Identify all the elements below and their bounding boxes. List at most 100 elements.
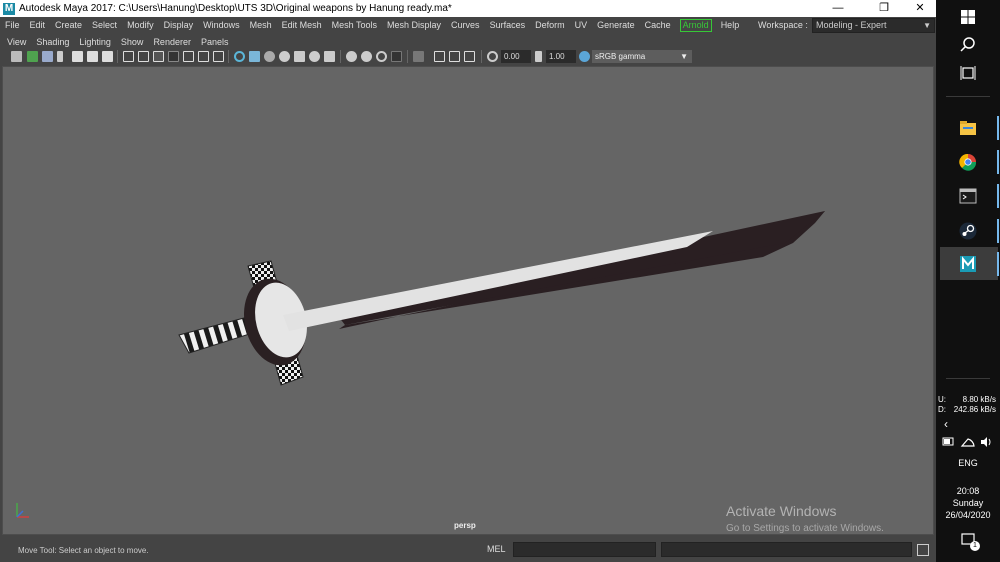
close-button[interactable]: ✕ [904, 0, 936, 17]
view-transform-dropdown[interactable]: sRGB gamma ▼ [592, 50, 692, 63]
wireframe-icon[interactable] [234, 51, 245, 62]
panel-menu-shading[interactable]: Shading [31, 36, 74, 48]
menu-create[interactable]: Create [50, 17, 87, 34]
menu-uv[interactable]: UV [570, 17, 593, 34]
panel-menu-view[interactable]: View [2, 36, 31, 48]
resolution-gate-icon[interactable] [153, 51, 164, 62]
panel-toolbar: 0.00 1.00 sRGB gamma ▼ [2, 48, 934, 65]
menu-arnold[interactable]: Arnold [679, 19, 712, 32]
grease-pencil-icon[interactable] [87, 51, 98, 62]
gamma-field[interactable]: 1.00 [546, 50, 576, 63]
smooth-shade-icon[interactable] [249, 51, 260, 62]
gamma-icon[interactable] [535, 51, 542, 62]
panel-menu-show[interactable]: Show [116, 36, 149, 48]
wireframe-on-shaded-icon[interactable] [279, 51, 290, 62]
panel-menu-renderer[interactable]: Renderer [148, 36, 196, 48]
windows-taskbar: U: 8.80 kB/s D: 242.86 kB/s ‹ ENG 20:08 … [936, 0, 1000, 562]
default-material-icon[interactable] [264, 51, 275, 62]
menu-edit-mesh[interactable]: Edit Mesh [277, 17, 327, 34]
menu-surfaces[interactable]: Surfaces [485, 17, 531, 34]
workspace-dropdown[interactable]: Modeling - Expert ▼ [812, 18, 935, 33]
view-transform-value: sRGB gamma [595, 52, 646, 61]
menu-mesh-display[interactable]: Mesh Display [382, 17, 446, 34]
system-tray-icons[interactable] [942, 435, 994, 449]
menu-deform[interactable]: Deform [530, 17, 570, 34]
taskbar-separator [946, 378, 990, 379]
gate-mask-icon[interactable] [168, 51, 179, 62]
image-plane-icon[interactable] [57, 51, 63, 62]
isolate-select-icon[interactable] [413, 51, 424, 62]
clock-date: 26/04/2020 [945, 510, 991, 520]
perspective-viewport[interactable]: persp Activate Windows Go to Settings to… [2, 66, 934, 535]
running-indicator [997, 252, 999, 276]
sword-blade-face[interactable] [283, 231, 713, 331]
toolbar-separator [407, 50, 408, 63]
chevron-left-icon[interactable]: ‹ [944, 417, 948, 431]
input-language[interactable]: ENG [936, 458, 1000, 468]
sword-model[interactable] [3, 67, 934, 535]
screen-space-ao-icon[interactable] [346, 51, 357, 62]
menu-curves[interactable]: Curves [446, 17, 485, 34]
script-editor-icon[interactable] [917, 544, 929, 556]
menu-display[interactable]: Display [159, 17, 199, 34]
2d-pan-zoom-icon[interactable] [72, 51, 83, 62]
camera-attributes-icon[interactable] [27, 51, 38, 62]
pencil-icon[interactable] [102, 51, 113, 62]
command-language-label[interactable]: MEL [487, 544, 506, 554]
menu-windows[interactable]: Windows [198, 17, 245, 34]
depth-of-field-icon[interactable] [391, 51, 402, 62]
menu-mesh-tools[interactable]: Mesh Tools [327, 17, 382, 34]
task-view-icon[interactable] [958, 63, 978, 83]
search-icon[interactable] [958, 35, 978, 55]
motion-blur-icon[interactable] [361, 51, 372, 62]
download-value: 242.86 kB/s [953, 405, 996, 414]
maya-icon[interactable] [958, 254, 978, 274]
workspace-label: Workspace : [758, 20, 808, 30]
safe-title-icon[interactable] [213, 51, 224, 62]
menu-select[interactable]: Select [87, 17, 122, 34]
minimize-button[interactable]: — [822, 0, 854, 17]
toolbar-separator [117, 50, 118, 63]
shadows-icon[interactable] [324, 51, 335, 62]
windows-start-icon[interactable] [958, 7, 978, 27]
film-gate-icon[interactable] [138, 51, 149, 62]
panel-menu-panels[interactable]: Panels [196, 36, 234, 48]
exposure-icon[interactable] [487, 51, 498, 62]
xray-icon[interactable] [434, 51, 445, 62]
textured-icon[interactable] [294, 51, 305, 62]
window-title: Autodesk Maya 2017: C:\Users\Hanung\Desk… [19, 3, 452, 14]
menu-help[interactable]: Help [716, 17, 745, 34]
maya-app-icon[interactable]: M [3, 2, 15, 15]
command-input[interactable] [513, 542, 656, 557]
color-management-icon[interactable] [579, 51, 590, 62]
anti-aliasing-icon[interactable] [376, 51, 387, 62]
chrome-icon[interactable] [958, 152, 978, 172]
grid-icon[interactable] [123, 51, 134, 62]
file-explorer-icon[interactable] [958, 118, 978, 138]
menu-mesh[interactable]: Mesh [245, 17, 277, 34]
running-indicator [997, 150, 999, 174]
menu-cache[interactable]: Cache [640, 17, 676, 34]
running-indicator [997, 184, 999, 208]
menu-generate[interactable]: Generate [592, 17, 640, 34]
main-menu-bar: File Edit Create Select Modify Display W… [0, 17, 936, 34]
xray-active-icon[interactable] [449, 51, 460, 62]
menu-file[interactable]: File [0, 17, 25, 34]
menu-modify[interactable]: Modify [122, 17, 159, 34]
safe-action-icon[interactable] [198, 51, 209, 62]
exposure-field[interactable]: 0.00 [501, 50, 531, 63]
panel-menu-lighting[interactable]: Lighting [74, 36, 116, 48]
steam-icon[interactable] [958, 221, 978, 241]
toolbar-separator [340, 50, 341, 63]
xray-joints-icon[interactable] [464, 51, 475, 62]
clock-time[interactable]: 20:08 [936, 486, 1000, 496]
running-indicator [997, 219, 999, 243]
camera-name-label: persp [454, 521, 476, 530]
menu-edit[interactable]: Edit [25, 17, 51, 34]
field-chart-icon[interactable] [183, 51, 194, 62]
camera-icon[interactable] [11, 51, 22, 62]
restore-button[interactable]: ❐ [868, 0, 900, 17]
terminal-icon[interactable] [958, 186, 978, 206]
bookmark-icon[interactable] [42, 51, 53, 62]
lights-icon[interactable] [309, 51, 320, 62]
